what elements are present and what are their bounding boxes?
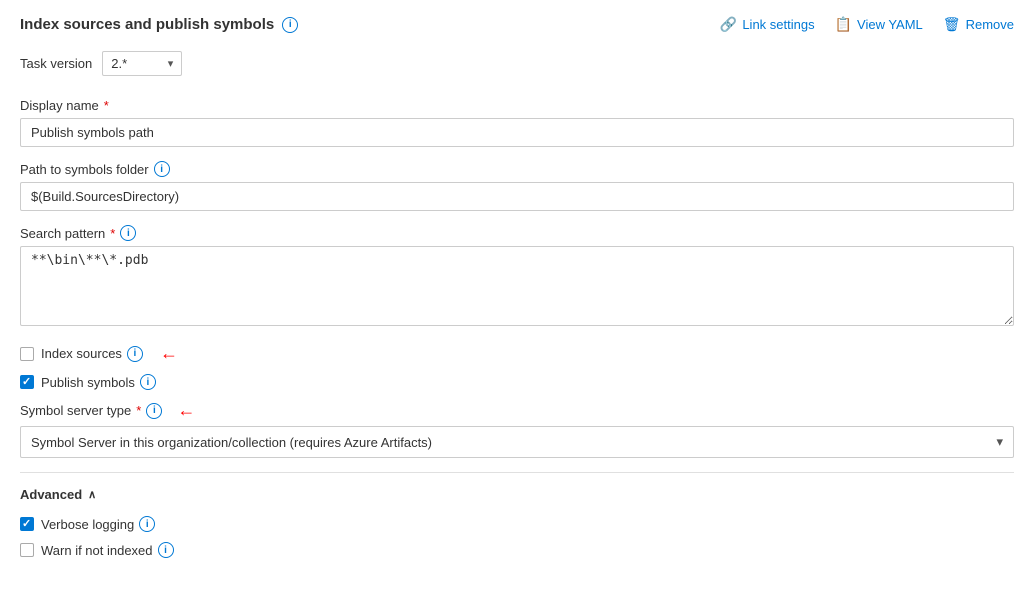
display-name-label: Display name * bbox=[20, 98, 1014, 113]
divider bbox=[20, 472, 1014, 473]
header-info-icon[interactable]: i bbox=[282, 17, 298, 33]
advanced-label: Advanced bbox=[20, 487, 82, 502]
symbol-server-chevron-icon: ▾ bbox=[996, 434, 1003, 450]
index-sources-row: Index sources i ← bbox=[20, 343, 1014, 364]
publish-symbols-row: Publish symbols i bbox=[20, 374, 1014, 390]
publish-symbols-info-icon[interactable]: i bbox=[140, 374, 156, 390]
header-actions: 🔗 Link settings 📋 View YAML 🗑 Remove bbox=[720, 16, 1014, 33]
index-sources-label: Index sources i bbox=[41, 346, 143, 362]
path-symbols-input[interactable] bbox=[20, 182, 1014, 211]
chevron-up-icon: ∧ bbox=[88, 488, 96, 501]
path-symbols-label: Path to symbols folder i bbox=[20, 161, 1014, 177]
symbol-server-value: Symbol Server in this organization/colle… bbox=[31, 435, 432, 450]
task-version-row: Task version 2.* ▾ bbox=[20, 51, 1014, 76]
search-pattern-label: Search pattern * i bbox=[20, 225, 1014, 241]
view-yaml-label: View YAML bbox=[857, 17, 923, 32]
task-version-value: 2.* bbox=[111, 56, 127, 71]
verbose-logging-checkbox[interactable] bbox=[20, 517, 34, 531]
trash-icon: 🗑 bbox=[943, 16, 961, 33]
symbol-server-dropdown[interactable]: Symbol Server in this organization/colle… bbox=[20, 426, 1014, 458]
search-pattern-input[interactable]: **\bin\**\*.pdb bbox=[20, 246, 1014, 326]
display-name-required: * bbox=[104, 98, 109, 113]
task-version-dropdown[interactable]: 2.* ▾ bbox=[102, 51, 182, 76]
display-name-group: Display name * bbox=[20, 98, 1014, 147]
path-symbols-info-icon[interactable]: i bbox=[154, 161, 170, 177]
verbose-logging-row: Verbose logging i bbox=[20, 516, 1014, 532]
search-pattern-required: * bbox=[110, 226, 115, 241]
advanced-header[interactable]: Advanced ∧ bbox=[20, 487, 1014, 502]
link-settings-label: Link settings bbox=[742, 17, 814, 32]
warn-not-indexed-info-icon[interactable]: i bbox=[158, 542, 174, 558]
link-settings-button[interactable]: 🔗 Link settings bbox=[720, 16, 815, 33]
verbose-logging-label: Verbose logging i bbox=[41, 516, 155, 532]
verbose-logging-info-icon[interactable]: i bbox=[139, 516, 155, 532]
page-header: Index sources and publish symbols i 🔗 Li… bbox=[20, 16, 1014, 33]
display-name-input[interactable] bbox=[20, 118, 1014, 147]
symbol-server-arrow: ← bbox=[177, 400, 195, 421]
warn-not-indexed-label: Warn if not indexed i bbox=[41, 542, 174, 558]
link-icon: 🔗 bbox=[720, 16, 737, 33]
path-symbols-group: Path to symbols folder i bbox=[20, 161, 1014, 211]
symbol-server-label: Symbol server type * i ← bbox=[20, 400, 1014, 421]
publish-symbols-checkbox[interactable] bbox=[20, 375, 34, 389]
warn-not-indexed-checkbox[interactable] bbox=[20, 543, 34, 557]
search-pattern-group: Search pattern * i **\bin\**\*.pdb bbox=[20, 225, 1014, 329]
symbol-server-required: * bbox=[136, 403, 141, 418]
publish-symbols-label: Publish symbols i bbox=[41, 374, 156, 390]
remove-label: Remove bbox=[966, 17, 1014, 32]
remove-button[interactable]: 🗑 Remove bbox=[943, 16, 1014, 33]
view-yaml-button[interactable]: 📋 View YAML bbox=[835, 16, 923, 33]
header-left: Index sources and publish symbols i bbox=[20, 16, 298, 33]
yaml-icon: 📋 bbox=[835, 16, 852, 33]
index-sources-info-icon[interactable]: i bbox=[127, 346, 143, 362]
index-sources-checkbox[interactable] bbox=[20, 347, 34, 361]
page-title: Index sources and publish symbols bbox=[20, 16, 274, 33]
symbol-server-group: Symbol server type * i ← Symbol Server i… bbox=[20, 400, 1014, 458]
symbol-server-info-icon[interactable]: i bbox=[146, 403, 162, 419]
task-version-label: Task version bbox=[20, 56, 92, 71]
index-sources-arrow: ← bbox=[160, 343, 178, 364]
search-pattern-info-icon[interactable]: i bbox=[120, 225, 136, 241]
chevron-down-icon: ▾ bbox=[168, 57, 174, 70]
warn-not-indexed-row: Warn if not indexed i bbox=[20, 542, 1014, 558]
